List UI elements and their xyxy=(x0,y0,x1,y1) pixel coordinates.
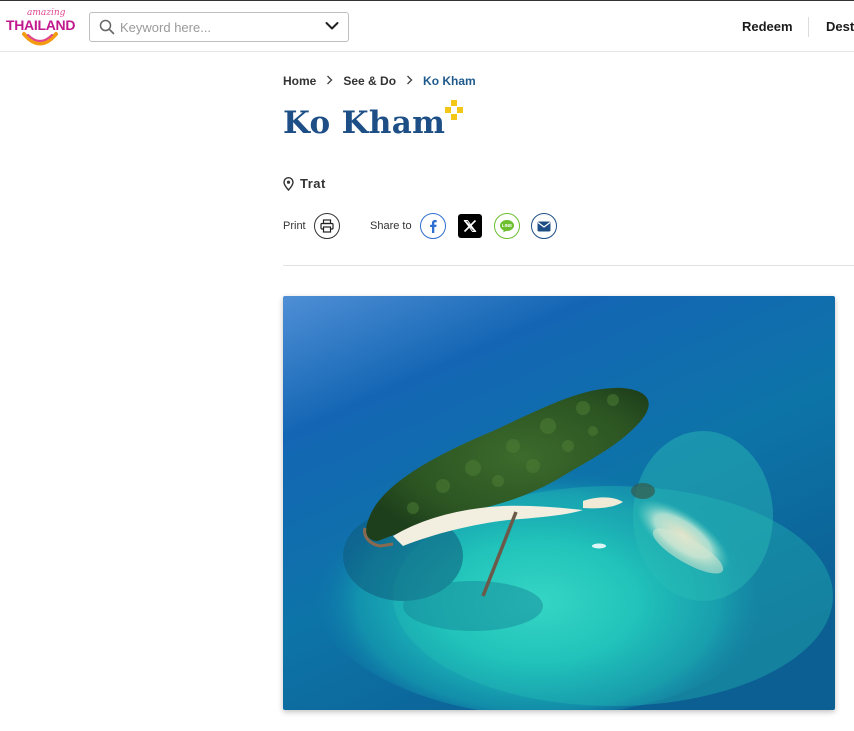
nav-redeem-link[interactable]: Redeem xyxy=(742,19,793,34)
breadcrumb-current: Ko Kham xyxy=(423,74,476,88)
chevron-right-icon xyxy=(327,75,333,85)
share-facebook-button[interactable] xyxy=(420,213,446,239)
chevron-right-icon xyxy=(407,75,413,85)
island-aerial-image xyxy=(283,296,835,710)
nav-destinations-link[interactable]: Dest xyxy=(826,19,854,34)
share-toolbar: Print Share to LINE xyxy=(283,213,583,239)
print-button[interactable] xyxy=(314,213,340,239)
sparkle-icon xyxy=(445,100,463,120)
breadcrumb-home[interactable]: Home xyxy=(283,74,316,88)
location-text[interactable]: Trat xyxy=(300,176,326,191)
share-email-button[interactable] xyxy=(531,213,557,239)
print-label: Print xyxy=(283,220,306,232)
logo-smile-icon xyxy=(22,32,58,46)
hero-photo-ko-kham-island xyxy=(283,296,835,710)
share-label: Share to xyxy=(370,220,412,232)
breadcrumb-separator xyxy=(406,74,413,88)
printer-icon xyxy=(320,219,334,233)
breadcrumb-separator xyxy=(326,74,333,88)
section-divider xyxy=(283,265,854,266)
map-pin-icon xyxy=(283,176,294,191)
page-title: Ko Kham xyxy=(283,105,446,141)
facebook-icon xyxy=(430,220,437,233)
search-box[interactable] xyxy=(89,12,349,42)
breadcrumb-see-do[interactable]: See & Do xyxy=(343,74,396,88)
share-x-button[interactable] xyxy=(458,214,482,238)
svg-text:LINE: LINE xyxy=(502,223,512,228)
amazing-thailand-logo[interactable]: amazing THAILAND xyxy=(6,8,78,46)
top-header: amazing THAILAND Redeem Dest xyxy=(0,0,854,52)
search-input[interactable] xyxy=(120,18,310,36)
mail-icon xyxy=(537,221,551,231)
breadcrumb: Home See & Do Ko Kham xyxy=(283,74,476,88)
line-icon: LINE xyxy=(500,220,514,233)
x-twitter-icon xyxy=(463,219,477,233)
search-icon xyxy=(99,19,115,35)
location-row: Trat xyxy=(283,176,326,191)
chevron-down-icon[interactable] xyxy=(325,21,339,31)
nav-divider xyxy=(808,17,809,37)
share-line-button[interactable]: LINE xyxy=(494,213,520,239)
